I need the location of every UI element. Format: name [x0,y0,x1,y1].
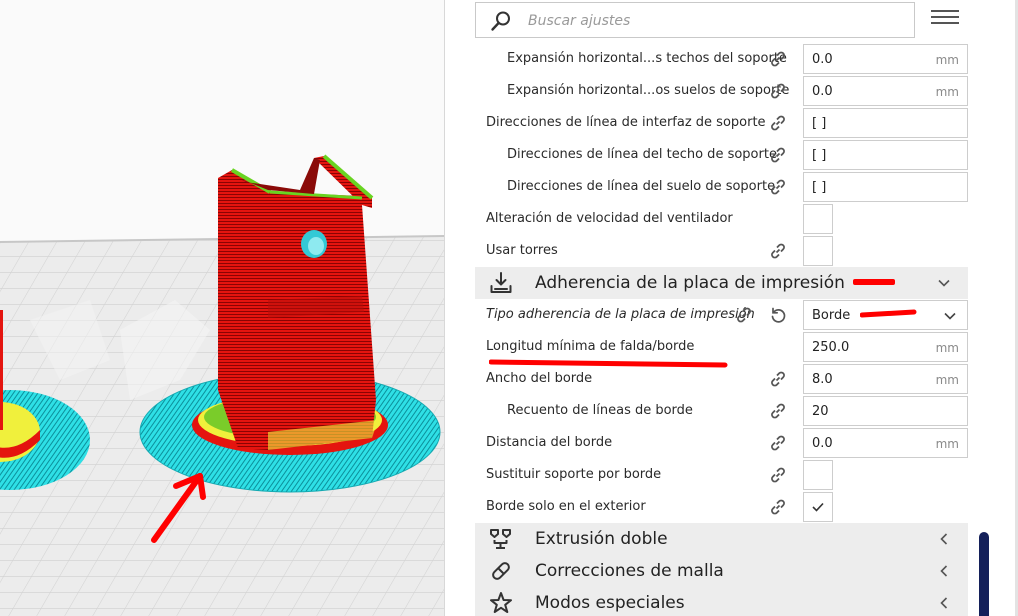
roof-line-directions-input[interactable]: [ ] [803,140,968,170]
link-icon[interactable] [769,178,787,196]
field-value: [ ] [812,148,827,163]
field-value: Borde [812,308,851,323]
hamburger-icon-line [931,22,959,24]
setting-support-roof-horizontal-expansion: Expansión horizontal...s techos del sopo… [475,43,975,75]
setting-support-roof-line-directions: Direcciones de línea del techo de soport… [475,139,975,171]
support-roof-expansion-input[interactable]: 0.0 mm [803,44,968,74]
chevron-down-icon[interactable] [937,276,951,290]
link-icon[interactable] [769,114,787,132]
reset-icon[interactable] [769,306,787,324]
chevron-left-icon[interactable] [937,596,951,610]
setting-label: Sustituir soporte por borde [486,467,662,482]
fan-speed-override-checkbox[interactable] [803,204,833,234]
setting-brim-width: Ancho del borde 8.0 mm [475,363,975,395]
setting-label: Direcciones de línea del techo de soport… [507,147,777,162]
setting-support-bottom-line-directions: Direcciones de línea del suelo de soport… [475,171,975,203]
search-input[interactable] [528,9,898,33]
section-special-modes[interactable]: Modos especiales [475,587,968,616]
field-value: 8.0 [812,372,833,387]
setting-brim-replaces-support: Sustituir soporte por borde [475,459,975,491]
brim-width-input[interactable]: 8.0 mm [803,364,968,394]
field-unit: mm [935,437,959,451]
brim-line-count-input[interactable]: 20 [803,396,968,426]
settings-scrollbar[interactable] [979,532,989,616]
setting-fan-speed-override: Alteración de velocidad del ventilador [475,203,975,235]
link-icon[interactable] [769,466,787,484]
link-icon[interactable] [769,402,787,420]
setting-label: Distancia del borde [486,435,613,450]
section-dual-extrusion[interactable]: Extrusión doble [475,523,968,555]
section-title: Adherencia de la placa de impresión [535,273,845,293]
setting-label: Expansión horizontal...s techos del sopo… [507,51,787,66]
link-icon[interactable] [769,370,787,388]
setting-label: Longitud mínima de falda/borde [486,339,695,354]
field-value: 250.0 [812,340,850,355]
chevron-down-icon [944,312,956,320]
field-unit: mm [935,53,959,67]
brim-distance-input[interactable]: 0.0 mm [803,428,968,458]
field-value: 0.0 [812,436,833,451]
3d-viewport[interactable] [0,0,444,616]
setting-label: Recuento de líneas de borde [507,403,693,418]
checkmark-icon [812,502,824,512]
brim-replaces-support-checkbox[interactable] [803,460,833,490]
link-icon[interactable] [769,82,787,100]
link-icon[interactable] [769,146,787,164]
setting-label: Direcciones de línea de interfaz de sopo… [486,115,766,130]
red-underline-annotation [853,279,895,285]
special-modes-star-icon [490,592,512,613]
field-value: [ ] [812,116,827,131]
search-settings-box[interactable] [475,2,915,38]
setting-label: Expansión horizontal...os suelos de sopo… [507,83,790,98]
mesh-fix-bandage-icon [492,562,510,580]
search-icon [491,11,510,31]
field-value: [ ] [812,180,827,195]
link-icon[interactable] [769,242,787,260]
setting-support-bottom-horizontal-expansion: Expansión horizontal...os suelos de sopo… [475,75,975,107]
hamburger-icon [931,10,959,12]
hamburger-icon-line [931,16,959,18]
setting-use-towers: Usar torres [475,235,975,267]
chevron-left-icon[interactable] [937,532,951,546]
field-value: 0.0 [812,84,833,99]
use-towers-checkbox[interactable] [803,236,833,266]
print-settings-panel: Expansión horizontal...s techos del sopo… [444,0,1018,616]
build-plate-download-icon [490,272,512,293]
chevron-left-icon[interactable] [937,564,951,578]
setting-brim-distance: Distancia del borde 0.0 mm [475,427,975,459]
setting-label: Usar torres [486,243,558,258]
dual-extrusion-icon [490,529,511,549]
setting-label: Ancho del borde [486,371,593,386]
main-model-tower [218,154,378,450]
link-icon[interactable] [769,498,787,516]
setting-label: Direcciones de línea del suelo de soport… [507,179,776,194]
print-preview-canvas[interactable] [0,0,444,616]
link-icon[interactable] [735,306,753,324]
min-skirt-brim-length-input[interactable]: 250.0 mm [803,332,968,362]
setting-label: Alteración de velocidad del ventilador [486,211,733,226]
field-value: 20 [812,404,829,419]
section-title: Correcciones de malla [535,561,724,581]
field-unit: mm [935,373,959,387]
field-value: 0.0 [812,52,833,67]
section-title: Extrusión doble [535,529,668,549]
field-unit: mm [935,85,959,99]
bottom-line-directions-input[interactable]: [ ] [803,172,968,202]
setting-label: Tipo adherencia de la placa de impresión [486,307,755,322]
section-mesh-fixes[interactable]: Correcciones de malla [475,555,968,587]
section-title: Modos especiales [535,593,685,613]
settings-menu-button[interactable] [931,6,959,32]
link-icon[interactable] [769,434,787,452]
setting-brim-only-outside: Borde solo en el exterior [475,491,975,523]
setting-label: Borde solo en el exterior [486,499,646,514]
support-bottom-expansion-input[interactable]: 0.0 mm [803,76,968,106]
link-icon[interactable] [769,50,787,68]
settings-list[interactable]: Expansión horizontal...s techos del sopo… [475,42,1015,616]
brim-only-outside-checkbox[interactable] [803,492,833,522]
interface-line-directions-input[interactable]: [ ] [803,108,968,138]
red-underline-annotation [860,309,917,318]
setting-brim-line-count: Recuento de líneas de borde 20 [475,395,975,427]
field-unit: mm [935,341,959,355]
setting-support-interface-line-directions: Direcciones de línea de interfaz de sopo… [475,107,975,139]
